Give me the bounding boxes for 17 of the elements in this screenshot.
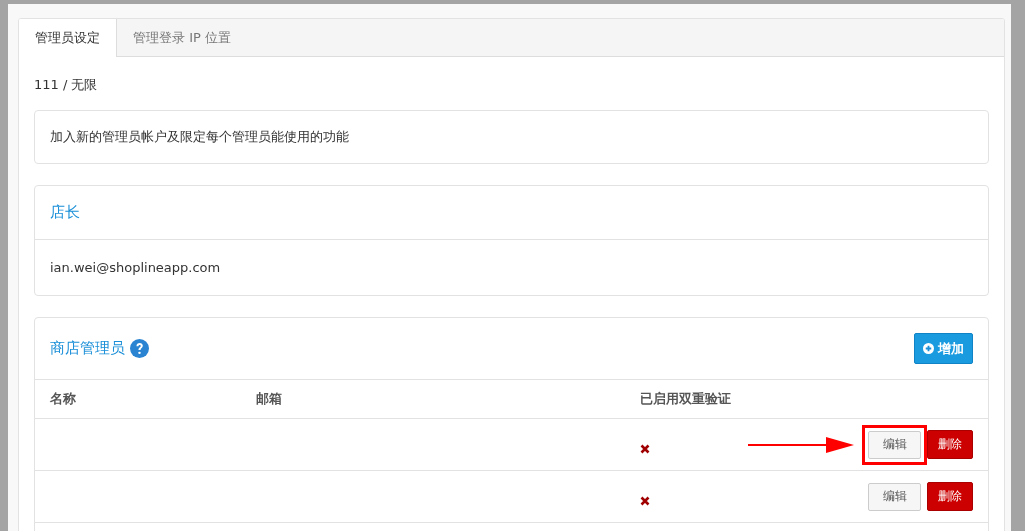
info-text: 加入新的管理员帐户及限定每个管理员能使用的功能 [50,129,349,144]
admins-title: 商店管理员 [50,339,125,358]
plus-circle-icon [923,343,934,354]
delete-button[interactable]: 删除 [927,482,973,511]
delete-button[interactable]: 删除 [927,430,973,459]
admin-count: 111 / 无限 [34,76,99,94]
tab[interactable]: 管理员设定 [19,19,117,57]
owner-title: 店长 [50,203,80,222]
owner-email: ian.wei@shoplineapp.com [50,260,221,275]
column-header: 已启用双重验证 [640,390,732,408]
help-icon[interactable] [130,339,149,358]
add-button[interactable]: 增加 [914,333,973,364]
column-header: 邮箱 [256,390,283,408]
tab[interactable]: 管理登录 IP 位置 [117,19,247,57]
column-header: 名称 [50,390,77,408]
edit-button[interactable]: 编辑 [868,430,921,459]
edit-button[interactable]: 编辑 [868,482,921,511]
